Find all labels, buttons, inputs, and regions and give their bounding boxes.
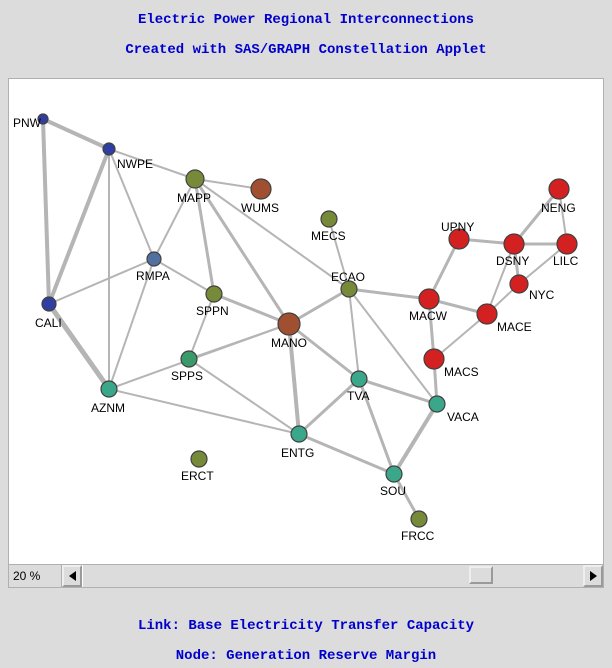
scroll-thumb[interactable]: [469, 566, 493, 584]
node-label-NYC: NYC: [529, 288, 554, 302]
chart-frame: PNW NWPE MAPP WUMS NENG MECS RMPA UPNY DSNY LILC N…: [8, 78, 604, 588]
edge-DSNY-NENG: [514, 189, 559, 244]
node-label-RMPA: RMPA: [136, 269, 170, 283]
node-NENG[interactable]: [549, 179, 569, 199]
node-label-PNW: PNW: [13, 116, 41, 130]
node-label-DSNY: DSNY: [496, 254, 529, 268]
node-label-NENG: NENG: [541, 201, 576, 215]
link-legend: Link: Base Electricity Transfer Capacity: [0, 618, 612, 634]
node-MANO[interactable]: [278, 313, 300, 335]
node-label-WUMS: WUMS: [241, 201, 279, 215]
node-label-NWPE: NWPE: [117, 157, 153, 171]
node-NYC[interactable]: [510, 275, 528, 293]
node-MACE[interactable]: [477, 304, 497, 324]
node-SPPS[interactable]: [181, 351, 197, 367]
node-label-SPPS: SPPS: [171, 369, 203, 383]
node-label-UPNY: UPNY: [441, 220, 474, 234]
node-label-VACA: VACA: [447, 410, 479, 424]
node-CALI[interactable]: [42, 297, 56, 311]
edge-NWPE-CALI: [49, 149, 109, 304]
node-ENTG[interactable]: [291, 426, 307, 442]
node-TVA[interactable]: [351, 371, 367, 387]
arrow-left-icon: [69, 571, 76, 581]
node-label-SOU: SOU: [380, 484, 406, 498]
node-label-MACE: MACE: [497, 320, 532, 334]
node-label-ENTG: ENTG: [281, 446, 314, 460]
node-WUMS[interactable]: [251, 179, 271, 199]
edge-ECAO-TVA: [349, 289, 359, 379]
page: Electric Power Regional Interconnections…: [0, 0, 612, 668]
node-label-TVA: TVA: [347, 389, 369, 403]
edge-PNW-NWPE: [43, 119, 109, 149]
node-label-ERCT: ERCT: [181, 469, 214, 483]
node-SOU[interactable]: [386, 466, 402, 482]
node-label-SPPN: SPPN: [196, 304, 229, 318]
node-SPPN[interactable]: [206, 286, 222, 302]
node-VACA[interactable]: [429, 396, 445, 412]
node-NWPE[interactable]: [103, 143, 115, 155]
page-subtitle: Created with SAS/GRAPH Constellation App…: [0, 42, 612, 58]
scroll-track[interactable]: [82, 565, 583, 587]
edge-AZNM-ENTG: [109, 389, 299, 434]
node-AZNM[interactable]: [101, 381, 117, 397]
node-label-MAPP: MAPP: [177, 191, 211, 205]
network-graph[interactable]: PNW NWPE MAPP WUMS NENG MECS RMPA UPNY DSNY LILC N…: [9, 79, 603, 565]
node-MACW[interactable]: [419, 289, 439, 309]
node-label-MECS: MECS: [311, 229, 346, 243]
node-label-MACS: MACS: [444, 365, 479, 379]
node-MAPP[interactable]: [186, 170, 204, 188]
node-DSNY[interactable]: [504, 234, 524, 254]
node-MACS[interactable]: [424, 349, 444, 369]
node-label-MACW: MACW: [409, 309, 447, 323]
node-LILC[interactable]: [557, 234, 577, 254]
edge-PNW-CALI: [43, 119, 49, 304]
edge-VACA-SOU: [394, 404, 437, 474]
edge-ECAO-MACW: [349, 289, 429, 299]
node-label-AZNM: AZNM: [91, 401, 125, 415]
scroll-left-button[interactable]: [62, 565, 82, 587]
node-ERCT[interactable]: [191, 451, 207, 467]
edge-TVA-ENTG: [299, 379, 359, 434]
arrow-right-icon: [590, 571, 597, 581]
node-FRCC[interactable]: [411, 511, 427, 527]
node-RMPA[interactable]: [147, 252, 161, 266]
node-label-FRCC: FRCC: [401, 529, 434, 543]
node-label-LILC: LILC: [553, 254, 578, 268]
node-label-CALI: CALI: [35, 316, 62, 330]
node-legend: Node: Generation Reserve Margin: [0, 648, 612, 664]
edge-MANO-TVA: [289, 324, 359, 379]
node-label-ECAO: ECAO: [331, 270, 365, 284]
edge-SPPS-ENTG: [189, 359, 299, 434]
scroll-right-button[interactable]: [583, 565, 603, 587]
zoom-percent-label: 20 %: [9, 565, 62, 587]
node-MECS[interactable]: [321, 211, 337, 227]
zoom-scrollbar: 20 %: [9, 564, 603, 587]
page-title: Electric Power Regional Interconnections: [0, 12, 612, 28]
node-label-MANO: MANO: [271, 336, 307, 350]
edge-TVA-VACA: [359, 379, 437, 404]
